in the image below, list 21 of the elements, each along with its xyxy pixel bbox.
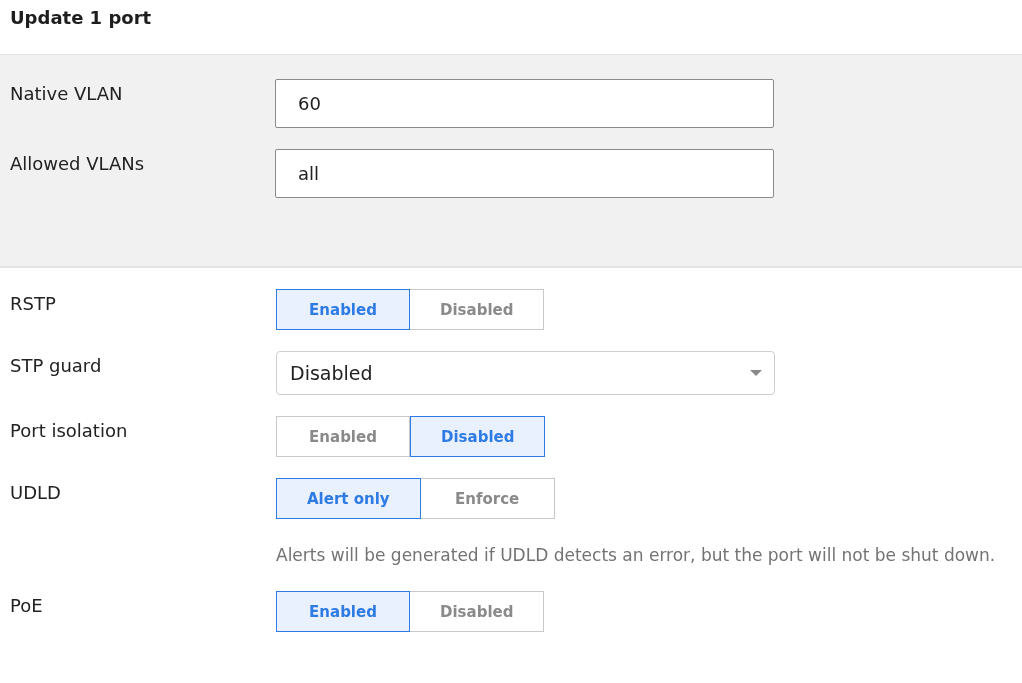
field-label: Native VLAN <box>9 82 124 104</box>
segment-option[interactable]: Disabled <box>410 591 545 632</box>
segment-option[interactable]: Alert only <box>276 478 421 519</box>
field-label: Allowed VLANs <box>9 152 146 174</box>
help-text: Alerts will be generated if UDLD detects an error, but the port will not be shut down. <box>276 544 996 567</box>
segment-option[interactable]: Enabled <box>276 416 410 457</box>
segment-option[interactable]: Enforce <box>420 478 555 519</box>
caret-icon <box>750 370 762 376</box>
input-field[interactable]: 60 <box>275 79 774 128</box>
setting-label: UDLD <box>9 481 62 503</box>
segment-option[interactable]: Enabled <box>276 289 410 330</box>
setting-label: STP guard <box>9 354 103 376</box>
dropdown[interactable]: Disabled <box>276 351 775 395</box>
segment-option[interactable]: Disabled <box>410 416 546 457</box>
setting-label: Port isolation <box>9 419 129 441</box>
setting-label: PoE <box>9 594 44 616</box>
setting-label: RSTP <box>9 292 57 314</box>
segment-option[interactable]: Disabled <box>410 289 545 330</box>
dialog-title: Update 1 port <box>10 7 153 28</box>
segment-option[interactable]: Enabled <box>276 591 410 632</box>
input-field[interactable]: all <box>275 149 774 198</box>
